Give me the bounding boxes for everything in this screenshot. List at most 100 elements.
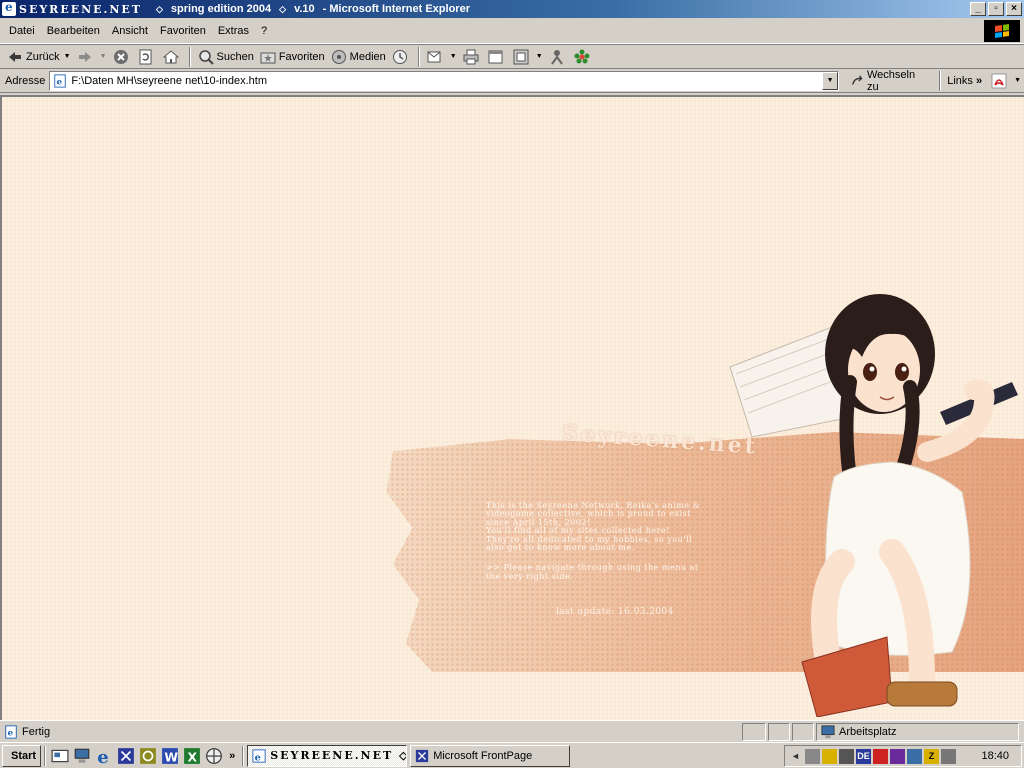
acrobat-button[interactable]: ▼ bbox=[988, 70, 1024, 92]
svg-text:W: W bbox=[164, 750, 178, 764]
word-icon[interactable]: W bbox=[161, 747, 179, 765]
menu-bearbeiten[interactable]: Bearbeiten bbox=[41, 25, 106, 37]
history-button[interactable] bbox=[389, 46, 414, 68]
home-button[interactable] bbox=[160, 46, 185, 68]
start-button[interactable]: Start bbox=[2, 744, 42, 767]
globe-icon[interactable] bbox=[205, 747, 223, 765]
computer-tray-icon[interactable] bbox=[941, 748, 956, 764]
computer-icon bbox=[821, 724, 835, 738]
toolbar-separator bbox=[417, 46, 420, 67]
address-dropdown-icon[interactable]: ▼ bbox=[822, 71, 839, 90]
close-button[interactable]: × bbox=[1006, 2, 1022, 16]
toolbar-separator bbox=[188, 46, 191, 67]
forward-button[interactable]: ▼ bbox=[74, 46, 110, 68]
mail-icon bbox=[427, 51, 441, 62]
print-icon bbox=[463, 49, 479, 64]
menu-extras[interactable]: Extras bbox=[212, 25, 255, 37]
title-diamond-2: ◇ bbox=[279, 3, 287, 14]
excel-icon[interactable]: X bbox=[183, 747, 201, 765]
quicklaunch-chevron-icon[interactable]: » bbox=[229, 750, 235, 762]
language-indicator[interactable]: DE bbox=[856, 748, 871, 764]
edit-button[interactable] bbox=[485, 46, 510, 68]
address-field[interactable]: e ▼ bbox=[49, 70, 840, 91]
mail-dropdown-icon[interactable]: ▼ bbox=[450, 53, 457, 60]
power-icon[interactable] bbox=[822, 748, 837, 764]
ie-app-icon[interactable] bbox=[2, 0, 16, 16]
device-icon[interactable] bbox=[890, 748, 905, 764]
status-cell bbox=[768, 722, 790, 741]
go-button[interactable]: Wechseln zu bbox=[847, 69, 933, 93]
discuss-icon bbox=[513, 49, 529, 64]
go-arrow-icon bbox=[852, 74, 863, 85]
back-label: Zurück bbox=[26, 50, 60, 63]
discuss-dropdown-icon[interactable]: ▼ bbox=[536, 53, 543, 60]
back-arrow-icon bbox=[9, 51, 21, 62]
minimize-button[interactable]: _ bbox=[970, 2, 986, 16]
address-input[interactable] bbox=[71, 74, 812, 87]
search-button[interactable]: Suchen bbox=[195, 46, 257, 68]
forward-dropdown-icon[interactable]: ▼ bbox=[100, 53, 107, 60]
messenger-icon bbox=[550, 49, 563, 65]
task-label-suffix: ◇... bbox=[399, 750, 408, 762]
svg-text:e: e bbox=[57, 77, 63, 87]
internet-explorer-icon[interactable]: e bbox=[95, 747, 113, 765]
task-label: SEYREENE.NET bbox=[270, 749, 394, 762]
antivirus-icon[interactable] bbox=[873, 748, 888, 764]
media-button[interactable]: Medien bbox=[328, 46, 389, 68]
taskbar: Start e W X » e SEYREENE.NET ◇... Micros… bbox=[0, 742, 1024, 768]
frontpage-icon[interactable] bbox=[117, 747, 135, 765]
messenger-button[interactable] bbox=[546, 46, 571, 68]
menu-help[interactable]: ? bbox=[255, 25, 273, 37]
network-icon[interactable] bbox=[73, 747, 91, 765]
discuss-button[interactable]: ▼ bbox=[510, 46, 546, 68]
menu-datei[interactable]: Datei bbox=[3, 25, 41, 37]
windows-throbber bbox=[984, 20, 1020, 42]
stop-button[interactable] bbox=[110, 46, 135, 68]
address-label: Adresse bbox=[5, 74, 46, 87]
back-button[interactable]: Zurück ▼ bbox=[4, 46, 74, 68]
back-dropdown-icon[interactable]: ▼ bbox=[64, 53, 71, 60]
refresh-icon bbox=[139, 49, 151, 64]
title-edition: spring edition 2004 bbox=[170, 3, 272, 15]
refresh-button[interactable] bbox=[135, 46, 160, 68]
forward-arrow-icon bbox=[78, 51, 91, 62]
print-button[interactable] bbox=[460, 46, 485, 68]
acrobat-dropdown-icon[interactable]: ▼ bbox=[1014, 77, 1021, 84]
show-desktop-icon[interactable] bbox=[51, 747, 69, 765]
app-icon[interactable] bbox=[139, 747, 157, 765]
favorites-icon bbox=[260, 52, 276, 63]
task-frontpage-window[interactable]: Microsoft FrontPage bbox=[410, 744, 571, 767]
title-version: v.10 bbox=[294, 3, 315, 15]
frontpage-task-icon bbox=[416, 749, 429, 762]
task-ie-window[interactable]: e SEYREENE.NET ◇... bbox=[247, 744, 408, 767]
links-separator bbox=[939, 70, 942, 91]
volume-icon[interactable]: ◄ bbox=[788, 749, 803, 764]
home-icon bbox=[162, 49, 179, 63]
favorites-label: Favoriten bbox=[278, 50, 325, 63]
network-tray-icon[interactable] bbox=[805, 748, 820, 764]
menu-bar: Datei Bearbeiten Ansicht Favoriten Extra… bbox=[0, 18, 1024, 44]
mail-button[interactable]: ▼ bbox=[424, 46, 460, 68]
links-button[interactable]: Links bbox=[944, 75, 976, 87]
card-icon[interactable] bbox=[839, 748, 854, 764]
go-label: Wechseln zu bbox=[866, 68, 916, 93]
ie-task-icon: e bbox=[252, 748, 266, 763]
zonealarm-icon[interactable]: Z bbox=[924, 748, 939, 764]
icq-button[interactable] bbox=[571, 46, 596, 68]
taskbar-separator bbox=[242, 745, 245, 766]
nav-hint-line: the very right side. bbox=[486, 571, 574, 581]
favorites-button[interactable]: Favoriten bbox=[257, 46, 328, 68]
status-bar: e Fertig Arbeitsplatz bbox=[0, 720, 1024, 742]
monitor-icon[interactable] bbox=[907, 748, 922, 764]
links-chevron-icon[interactable]: » bbox=[976, 75, 982, 87]
title-bar[interactable]: SEYREENE.NET ◇ spring edition 2004 ◇ v.1… bbox=[0, 0, 1024, 18]
start-label: Start bbox=[11, 749, 37, 762]
menu-ansicht[interactable]: Ansicht bbox=[106, 25, 154, 37]
clock[interactable]: 18:40 bbox=[981, 750, 1009, 762]
menu-favoriten[interactable]: Favoriten bbox=[154, 25, 212, 37]
system-tray: ◄ DE Z 18:40 bbox=[784, 745, 1022, 767]
standard-toolbar: Zurück ▼ ▼ Suchen Favoriten Medien ▼ ▼ bbox=[0, 44, 1024, 69]
taskbar-separator bbox=[44, 745, 47, 766]
restore-button[interactable]: ▫ bbox=[988, 2, 1004, 16]
page-done-icon: e bbox=[5, 724, 17, 739]
